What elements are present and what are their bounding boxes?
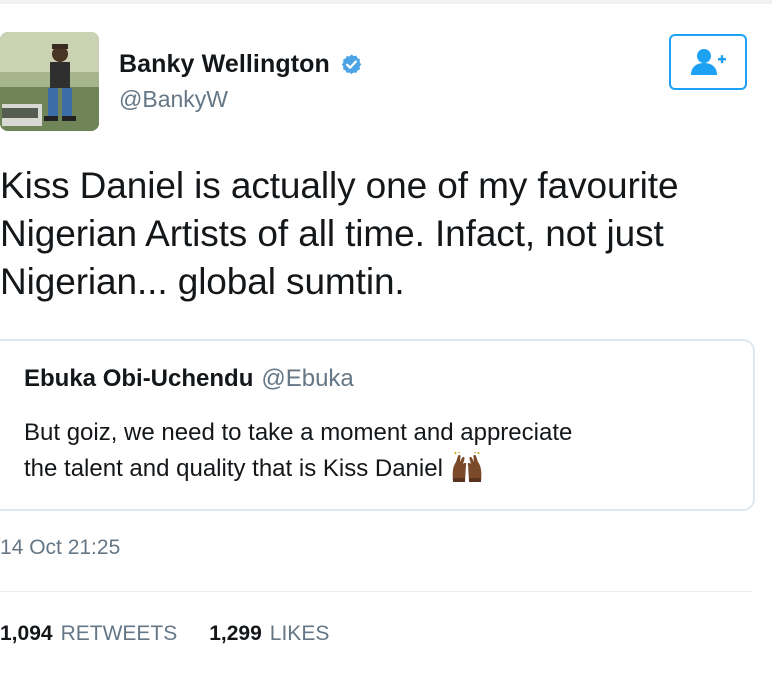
retweets-label: RETWEETS: [60, 622, 178, 645]
profile-photo-icon: [0, 32, 99, 131]
tweet-text: Kiss Daniel is actually one of my favour…: [0, 165, 679, 302]
stats-divider: [0, 591, 752, 592]
tweet-page: Banky Wellington @BankyW Kiss Daniel is …: [0, 0, 772, 678]
quoted-tweet-text-block: But goiz, we need to take a moment and a…: [24, 415, 744, 487]
author-handle[interactable]: @BankyW: [119, 86, 228, 113]
quoted-tweet-text: But goiz, we need to take a moment and a…: [24, 419, 573, 482]
author-name-row: Banky Wellington: [119, 47, 363, 81]
quoted-tweet-card[interactable]: Ebuka Obi-Uchendu @Ebuka But goiz, we ne…: [0, 339, 755, 511]
author-display-name[interactable]: Banky Wellington: [119, 50, 330, 79]
avatar[interactable]: [0, 32, 99, 131]
likes-count: 1,299: [209, 622, 262, 645]
likes-label: LIKES: [269, 622, 330, 645]
tweet-stats: 1,094 RETWEETS 1,299 LIKES: [0, 622, 329, 646]
raised-hands-icon: [449, 452, 485, 482]
retweets-count: 1,094: [0, 622, 53, 645]
retweets-stat[interactable]: 1,094 RETWEETS: [0, 622, 177, 646]
verified-badge-icon: [340, 53, 363, 76]
quoted-author-handle: @Ebuka: [261, 365, 354, 392]
likes-stat[interactable]: 1,299 LIKES: [209, 622, 329, 646]
follow-user-icon: [691, 49, 726, 75]
follow-button[interactable]: [669, 34, 747, 90]
tweet-timestamp[interactable]: 14 Oct 21:25: [0, 536, 120, 560]
top-divider: [0, 0, 772, 4]
quoted-tweet-header: Ebuka Obi-Uchendu @Ebuka: [24, 365, 354, 393]
quoted-author-name: Ebuka Obi-Uchendu: [24, 365, 254, 392]
